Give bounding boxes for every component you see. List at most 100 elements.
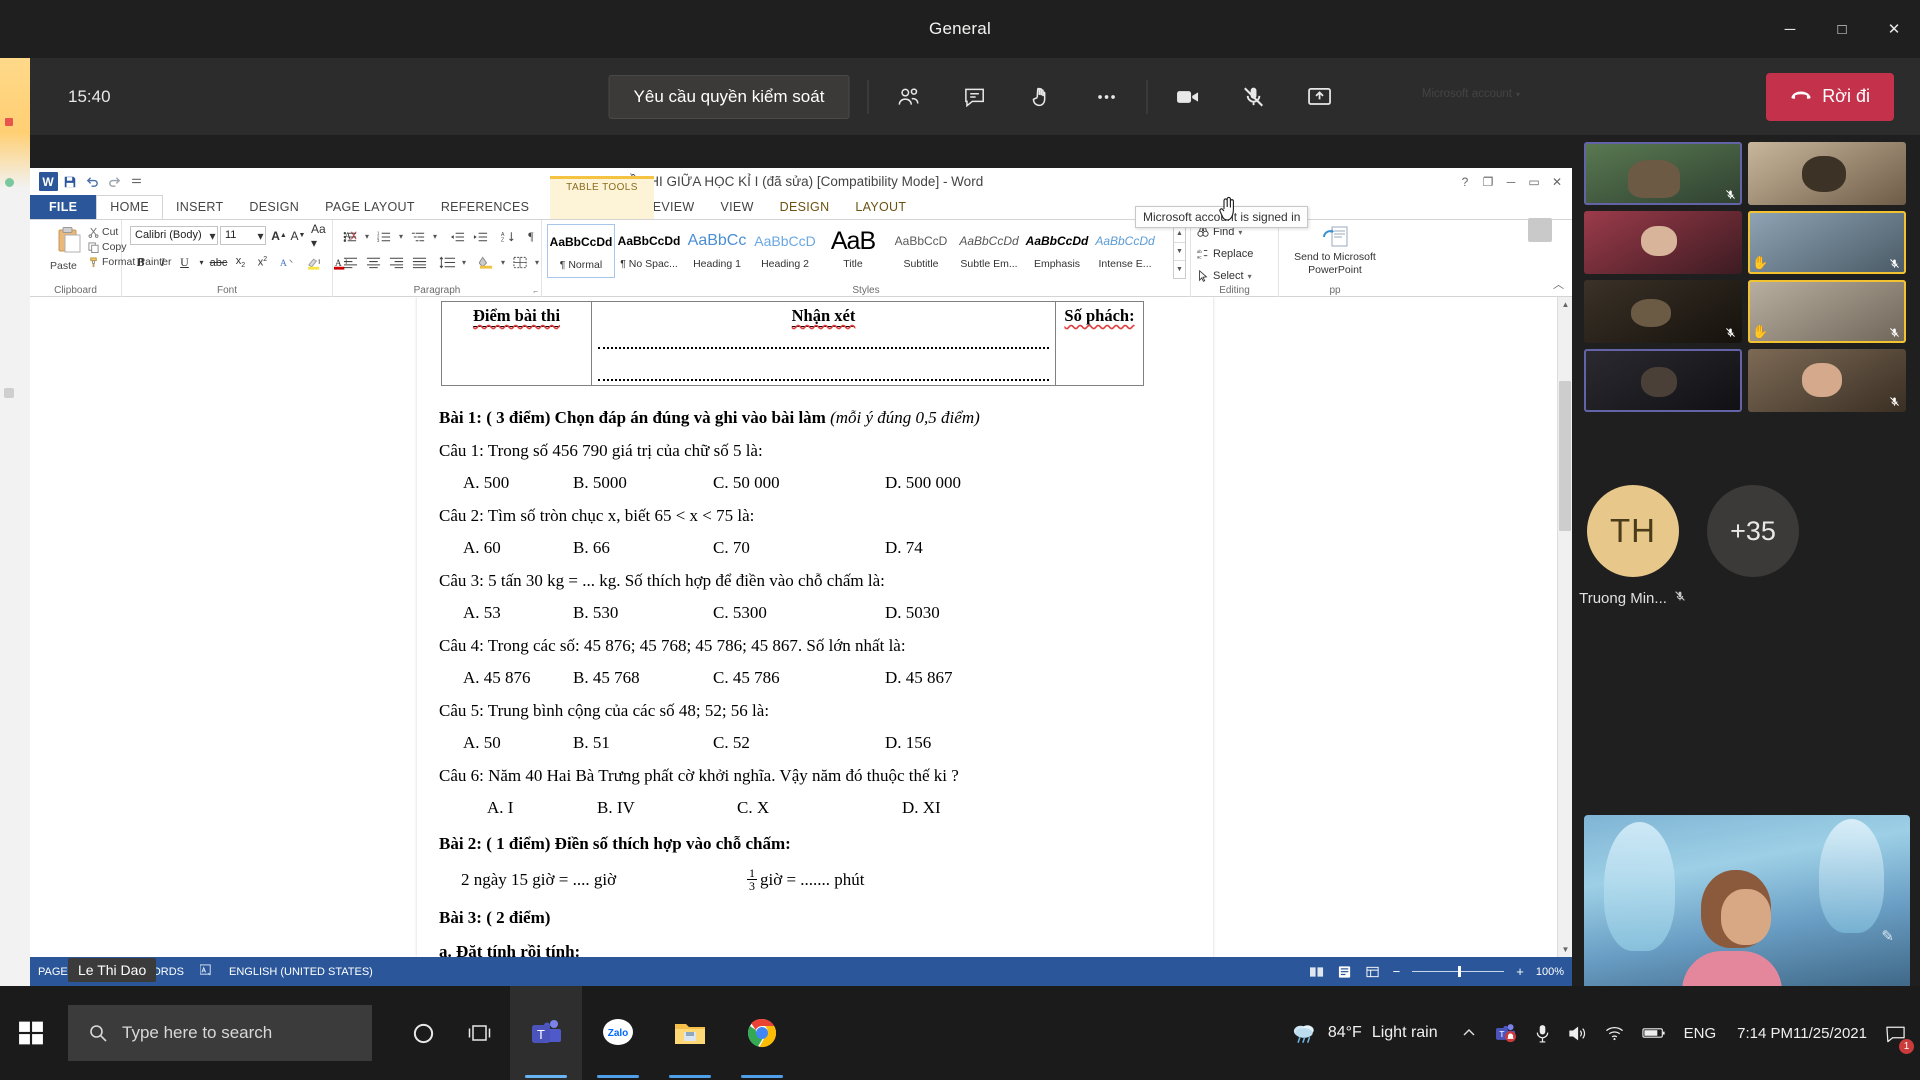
volume-icon[interactable]: [1559, 986, 1596, 1080]
scroll-up-icon[interactable]: ▲: [1558, 297, 1573, 312]
web-layout-icon[interactable]: [1365, 965, 1381, 979]
windows-start-icon[interactable]: [0, 986, 62, 1080]
zoom-in-button[interactable]: +: [1516, 964, 1524, 979]
word-document-canvas[interactable]: Điểm bài thi Nhận xét Số phách: Bài 1: (…: [30, 297, 1572, 957]
customize-qat-icon[interactable]: [126, 172, 146, 192]
participant-overflow-block[interactable]: +35: [1704, 485, 1802, 577]
reactions-icon[interactable]: [1018, 75, 1062, 119]
cortana-icon[interactable]: [394, 986, 452, 1080]
language-indicator[interactable]: ENG: [1675, 986, 1726, 1080]
active-speaker-tile[interactable]: ✎: [1584, 815, 1910, 999]
taskbar-app-google-chrome[interactable]: [726, 986, 798, 1080]
help-icon[interactable]: ?: [1454, 171, 1476, 193]
multilevel-dropdown-icon[interactable]: ▾: [430, 226, 440, 247]
style-emphasis[interactable]: AaBbCcDd Emphasis: [1023, 224, 1091, 278]
numbering-dropdown-icon[interactable]: ▾: [396, 226, 406, 247]
table-cell-score[interactable]: Điểm bài thi: [441, 301, 592, 386]
tab-page-layout[interactable]: PAGE LAYOUT: [312, 196, 428, 219]
subscript-icon[interactable]: x2: [230, 252, 251, 273]
microsoft-account-button[interactable]: Microsoft account ▾: [1422, 88, 1520, 100]
tab-design[interactable]: DESIGN: [236, 196, 312, 219]
task-view-icon[interactable]: [452, 986, 510, 1080]
borders-dropdown-icon[interactable]: ▾: [532, 252, 542, 273]
video-tile[interactable]: ✋: [1748, 211, 1906, 274]
desktop-icon[interactable]: [4, 388, 14, 398]
save-icon[interactable]: [60, 172, 80, 192]
underline-icon[interactable]: U: [174, 252, 195, 273]
zoom-level[interactable]: 100%: [1536, 966, 1564, 978]
redo-icon[interactable]: [104, 172, 124, 192]
taskbar-app-microsoft-teams[interactable]: T: [510, 986, 582, 1080]
grow-font-icon[interactable]: A ▲: [270, 226, 288, 245]
document-page[interactable]: Điểm bài thi Nhận xét Số phách: Bài 1: (…: [417, 297, 1213, 957]
table-cell-paper-no[interactable]: Số phách:: [1055, 301, 1144, 386]
microphone-icon[interactable]: [1526, 986, 1559, 1080]
people-icon[interactable]: [886, 75, 930, 119]
video-tile[interactable]: [1748, 142, 1906, 205]
desktop-icon[interactable]: [5, 118, 13, 126]
collapse-ribbon-icon[interactable]: ︿: [1553, 276, 1564, 292]
tab-home[interactable]: HOME: [96, 195, 163, 220]
tab-file[interactable]: FILE: [30, 195, 97, 219]
font-name-dropdown-icon[interactable]: ▾: [207, 228, 218, 243]
bullets-icon[interactable]: [339, 226, 361, 247]
numbering-icon[interactable]: 123: [373, 226, 395, 247]
scrollbar-thumb[interactable]: [1559, 381, 1571, 531]
font-name-input[interactable]: Calibri (Body): [130, 226, 218, 245]
paste-icon[interactable]: [56, 226, 82, 256]
search-input[interactable]: Type here to search: [68, 1005, 372, 1061]
align-right-icon[interactable]: [385, 252, 407, 273]
table-cell-comments[interactable]: Nhận xét: [591, 301, 1056, 386]
clock[interactable]: 7:14 PM 11/25/2021: [1725, 986, 1879, 1080]
microphone-muted-icon[interactable]: [1231, 75, 1275, 119]
close-icon[interactable]: ✕: [1868, 0, 1920, 58]
tab-references[interactable]: REFERENCES: [428, 196, 542, 219]
bold-icon[interactable]: B: [130, 252, 151, 273]
italic-icon[interactable]: I: [152, 252, 173, 273]
zoom-slider-knob[interactable]: [1458, 966, 1462, 977]
tab-insert[interactable]: INSERT: [163, 196, 236, 219]
sort-icon[interactable]: AZ: [497, 226, 519, 247]
print-layout-icon[interactable]: [1337, 965, 1353, 979]
zoom-out-button[interactable]: −: [1393, 964, 1401, 979]
teams-tray-icon[interactable]: T: [1486, 986, 1526, 1080]
chat-icon[interactable]: [952, 75, 996, 119]
font-size-dropdown-icon[interactable]: ▾: [255, 228, 266, 243]
borders-icon[interactable]: [509, 252, 531, 273]
text-effects-icon[interactable]: A: [274, 252, 300, 273]
text-highlight-color-icon[interactable]: [301, 252, 327, 273]
notification-center-button[interactable]: 1: [1879, 986, 1920, 1080]
video-tile[interactable]: [1584, 280, 1742, 343]
more-options-icon[interactable]: [1084, 75, 1128, 119]
style-intense-emphasis[interactable]: AaBbCcDd Intense E...: [1091, 224, 1159, 278]
strikethrough-icon[interactable]: abc: [208, 252, 229, 273]
zoom-slider[interactable]: [1412, 966, 1505, 977]
style-title[interactable]: AaB Title: [819, 224, 887, 278]
tab-table-design[interactable]: DESIGN: [767, 196, 843, 219]
desktop-icon[interactable]: [5, 178, 14, 187]
shading-dropdown-icon[interactable]: ▾: [498, 252, 508, 273]
style-no-spacing[interactable]: AaBbCcDd ¶ No Spac...: [615, 224, 683, 278]
multilevel-list-icon[interactable]: [407, 226, 429, 247]
taskbar-app-zalo[interactable]: Zalo: [582, 986, 654, 1080]
document-scrollbar[interactable]: ▲ ▼: [1557, 297, 1572, 957]
superscript-icon[interactable]: x2: [252, 252, 273, 273]
wifi-icon[interactable]: [1596, 986, 1633, 1080]
leave-meeting-button[interactable]: Rời đi: [1766, 72, 1894, 121]
styles-gallery-scrollbar[interactable]: ▲ ▼ ▼: [1173, 224, 1186, 279]
change-case-icon[interactable]: Aa ▾: [311, 222, 333, 250]
tab-table-layout[interactable]: LAYOUT: [842, 196, 919, 219]
increase-indent-icon[interactable]: [469, 226, 491, 247]
shading-icon[interactable]: [475, 252, 497, 273]
decrease-indent-icon[interactable]: [446, 226, 468, 247]
participant-avatar-block[interactable]: TH Truong Min...: [1579, 485, 1685, 607]
battery-icon[interactable]: [1633, 986, 1675, 1080]
line-spacing-icon[interactable]: [436, 252, 458, 273]
language-status[interactable]: ENGLISH (UNITED STATES): [229, 966, 373, 978]
ribbon-display-options-icon[interactable]: ❐: [1477, 171, 1499, 193]
maximize-icon[interactable]: □: [1816, 0, 1868, 58]
video-tile[interactable]: [1584, 142, 1742, 205]
close-icon[interactable]: ✕: [1546, 171, 1568, 193]
replace-button[interactable]: ab ac Replace: [1197, 248, 1253, 260]
underline-dropdown-icon[interactable]: ▾: [196, 252, 207, 273]
